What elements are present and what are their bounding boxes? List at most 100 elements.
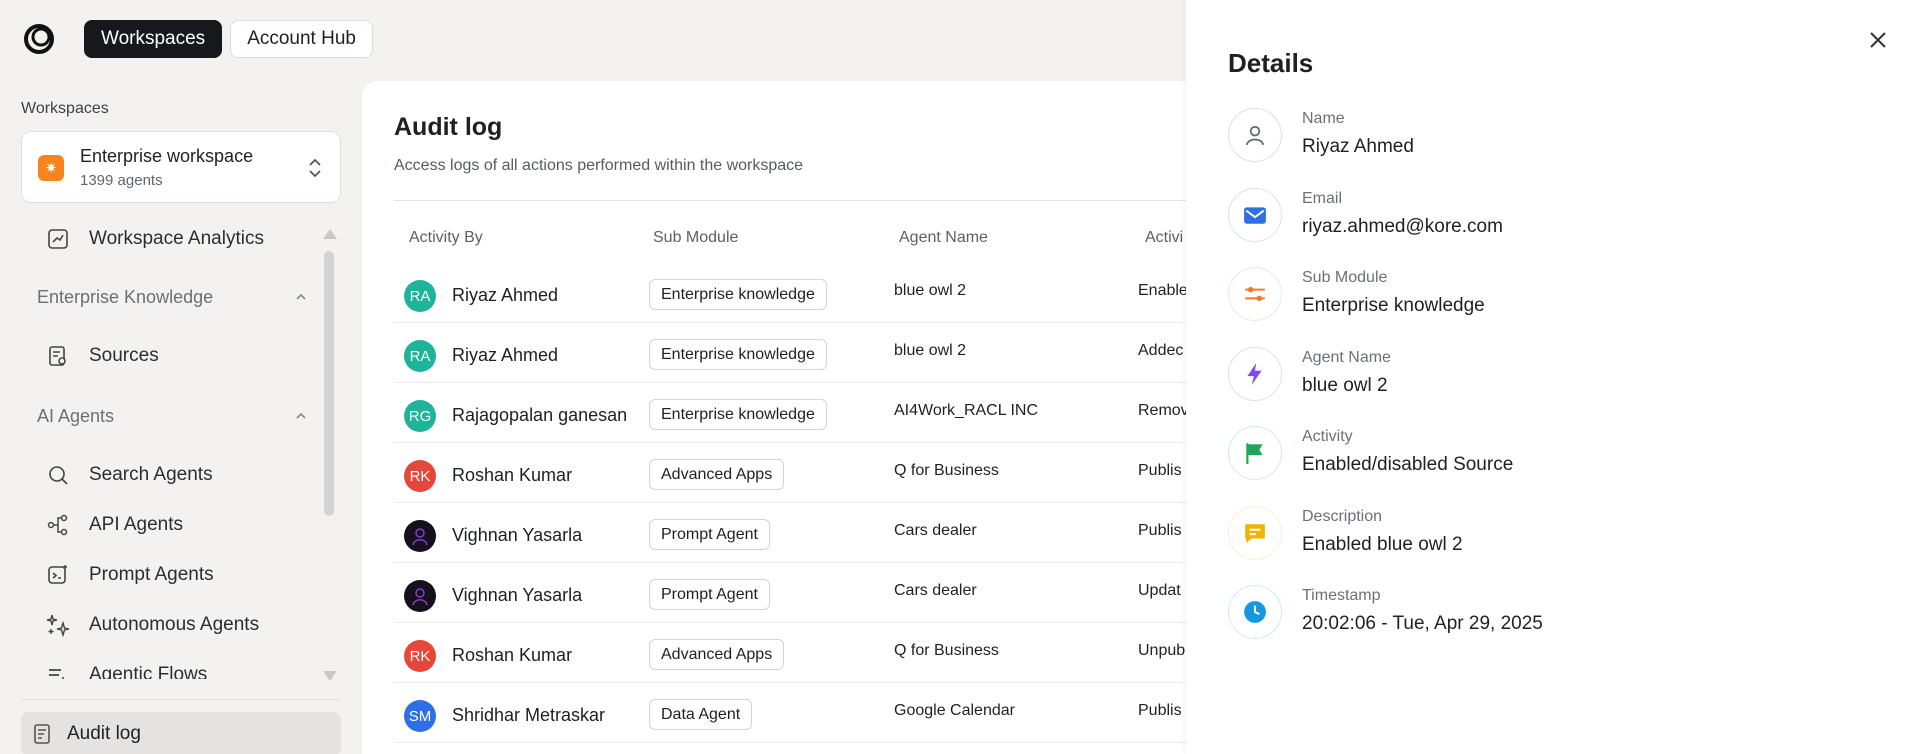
detail-value: riyaz.ahmed@kore.com [1302, 215, 1503, 237]
column-header-sub-module[interactable]: Sub Module [653, 229, 738, 247]
sidebar-item-label: Agentic Flows [89, 664, 208, 679]
detail-field-agent-name: Agent Name blue owl 2 [1228, 346, 1848, 417]
avatar: RK [404, 460, 436, 492]
activity-by-name: Roshan Kumar [452, 645, 573, 665]
avatar: SM [404, 700, 436, 732]
detail-field-activity: Activity Enabled/disabled Source [1228, 426, 1848, 496]
avatar: RG [404, 400, 436, 432]
sidebar-item-api-agents[interactable]: API Agents [21, 505, 321, 545]
detail-value: Enabled blue owl 2 [1302, 533, 1463, 555]
mail-icon-container [1228, 187, 1282, 242]
tab-account-hub[interactable]: Account Hub [230, 20, 373, 58]
avatar: RA [404, 280, 436, 312]
scroll-down-arrow-icon[interactable] [323, 671, 337, 681]
sidebar-item-label: Search Agents [89, 464, 213, 485]
detail-label: Activity [1302, 428, 1353, 445]
activity-cell: Publis [1138, 702, 1182, 719]
analytics-icon [45, 226, 71, 252]
sidebar-item-label: Workspace Analytics [89, 228, 264, 249]
message-icon [1245, 523, 1265, 543]
message-icon-container [1228, 505, 1282, 560]
workspace-agent-count: 1399 agents [80, 172, 163, 189]
prompt-icon [45, 562, 71, 588]
sidebar-item-label: Audit log [67, 723, 141, 744]
user-icon-container [1228, 108, 1282, 162]
agent-name-cell: AI4Work_RACL INC [894, 402, 1039, 419]
detail-label: Name [1302, 110, 1345, 127]
activity-cell: Publis [1138, 522, 1182, 539]
sub-module-chip: Data Agent [649, 699, 753, 730]
avatar-image-icon [412, 528, 428, 546]
detail-value: Enterprise knowledge [1302, 295, 1485, 316]
clock-icon [1244, 601, 1266, 623]
sidebar-item-audit-log[interactable]: Audit log [21, 712, 341, 754]
sub-module-chip: Enterprise knowledge [649, 399, 827, 430]
chevron-up-down-icon [309, 158, 321, 178]
sidebar-group-enterprise-knowledge[interactable]: Enterprise Knowledge [37, 279, 317, 315]
sub-module-chip: Advanced Apps [649, 459, 785, 490]
activity-cell: Publis [1138, 462, 1182, 479]
chevron-up-icon [296, 293, 306, 300]
bolt-icon [1247, 362, 1262, 385]
sliders-icon-container [1228, 267, 1282, 321]
activity-cell: Addec [1138, 342, 1184, 359]
activity-by-name: Riyaz Ahmed [452, 345, 559, 365]
sub-module-chip: Prompt Agent [649, 519, 770, 550]
avatar [404, 580, 436, 612]
sidebar-item-agentic-flows[interactable]: Agentic Flows [21, 655, 321, 679]
scrollbar-thumb[interactable] [324, 251, 334, 516]
activity-by-name: Vighnan Yasarla [452, 525, 583, 545]
detail-field-email: Email riyaz.ahmed@kore.com [1228, 187, 1848, 258]
flag-icon [1246, 443, 1263, 464]
detail-value: Enabled/disabled Source [1302, 454, 1514, 475]
activity-by-name: Shridhar Metraskar [452, 705, 606, 725]
sidebar-group-ai-agents[interactable]: AI Agents [37, 398, 317, 434]
sub-module-chip: Enterprise knowledge [649, 279, 827, 310]
sidebar-item-label: Autonomous Agents [89, 614, 260, 635]
page-subtitle: Access logs of all actions performed wit… [394, 157, 804, 174]
sources-icon [45, 343, 71, 369]
avatar [404, 520, 436, 552]
sidebar-nav: Workspace Analytics Enterprise Knowledge… [21, 219, 321, 679]
clock-icon-container [1228, 585, 1282, 639]
top-tabs: Workspaces Account Hub [84, 20, 373, 58]
column-header-activity-by[interactable]: Activity By [409, 229, 483, 247]
avatar: RA [404, 340, 436, 372]
activity-by-name: Roshan Kumar [452, 465, 573, 485]
app-logo-icon [24, 24, 54, 54]
close-icon[interactable] [1866, 28, 1890, 52]
sub-module-chip: Advanced Apps [649, 639, 785, 670]
sidebar-group-label: Enterprise Knowledge [37, 286, 214, 307]
page-title: Audit log [394, 113, 503, 141]
sidebar: Workspaces ✷ Enterprise workspace 1399 a… [0, 84, 360, 754]
sidebar-item-autonomous-agents[interactable]: Autonomous Agents [21, 605, 321, 645]
activity-cell: Unpub [1138, 642, 1186, 659]
column-header-agent-name[interactable]: Agent Name [899, 229, 988, 247]
detail-value: blue owl 2 [1302, 374, 1388, 396]
column-header-activity[interactable]: Activi [1145, 229, 1183, 247]
sidebar-item-prompt-agents[interactable]: Prompt Agents [21, 555, 321, 595]
sidebar-item-sources[interactable]: Sources [21, 336, 321, 376]
detail-label: Agent Name [1302, 348, 1391, 366]
scroll-up-arrow-icon[interactable] [323, 229, 337, 239]
flows-icon [45, 662, 71, 679]
workspace-badge-icon: ✷ [38, 155, 64, 181]
workspace-switcher[interactable]: ✷ Enterprise workspace 1399 agents [21, 131, 341, 203]
details-drawer: Details Name Riyaz Ahmed Email riyaz.ahmed@… [1186, 0, 1920, 754]
detail-field-description: Description Enabled blue owl 2 [1228, 505, 1848, 576]
activity-cell: Updat [1138, 582, 1181, 599]
sparkle-icon [45, 612, 71, 638]
agent-name-cell: blue owl 2 [894, 282, 967, 299]
agent-name-cell: Q for Business [894, 642, 999, 659]
detail-field-name: Name Riyaz Ahmed [1228, 108, 1848, 178]
detail-value: 20:02:06 - Tue, Apr 29, 2025 [1302, 613, 1543, 634]
avatar-image-icon [412, 588, 428, 606]
activity-by-name: Rajagopalan ganesan [452, 405, 628, 425]
tab-workspaces[interactable]: Workspaces [84, 20, 223, 58]
sidebar-scrollbar[interactable] [322, 229, 337, 689]
avatar: RK [404, 640, 436, 672]
workspace-name: Enterprise workspace [80, 146, 254, 166]
activity-by-name: Vighnan Yasarla [452, 585, 583, 605]
sidebar-item-search-agents[interactable]: Search Agents [21, 455, 321, 495]
sidebar-item-workspace-analytics[interactable]: Workspace Analytics [21, 219, 321, 259]
